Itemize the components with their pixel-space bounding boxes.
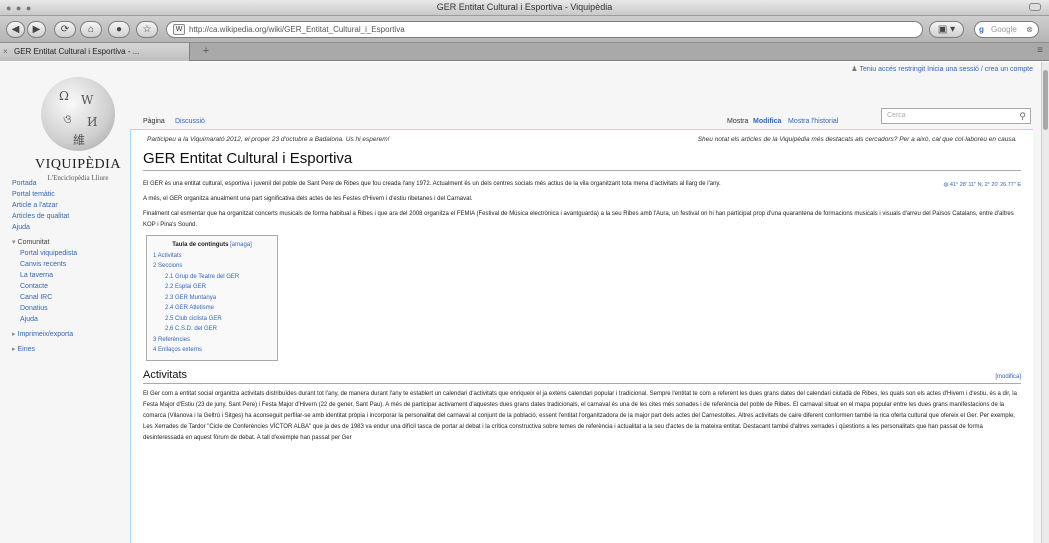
paragraph-intro: El GER és una entitat cultural, esportiv… xyxy=(143,181,721,187)
title-bar[interactable]: ● ● ● GER Entitat Cultural i Esportiva -… xyxy=(0,0,1049,16)
toc-item[interactable]: 2.1 Grup de Teatre del GER xyxy=(153,272,271,283)
reload-button[interactable]: ⟳ xyxy=(54,21,76,38)
bookmark-button[interactable]: ☆ xyxy=(136,21,158,38)
forward-icon: ▶ xyxy=(32,24,41,35)
page-title: GER Entitat Cultural i Esportiva xyxy=(143,148,1021,171)
toc-item[interactable]: 2 Seccions xyxy=(153,261,271,272)
sidebar-item-random-article[interactable]: Article a l'atzar xyxy=(12,200,127,211)
sidebar-item-contact[interactable]: Contacte xyxy=(12,281,127,292)
sidebar-section-tools[interactable]: ▸ Eines xyxy=(12,344,127,355)
wikipedia-logo[interactable]: Ω W ও И 維 VIQUIPÈDIA L'Enciclopèdia Lliu… xyxy=(18,77,138,182)
site-notice-right[interactable]: Sheu notat els articles de la Viquipèdia… xyxy=(698,136,1017,143)
reload-icon: ⟳ xyxy=(60,24,70,35)
expanded-arrow-icon: ▾ xyxy=(12,239,16,246)
tab-history[interactable]: Mostra l'historial xyxy=(783,118,843,129)
table-of-contents: Taula de continguts [amaga] 1 Activitats… xyxy=(146,235,278,361)
toc-item[interactable]: 4 Enllaços externs xyxy=(153,345,271,356)
paragraph-activitats: El Ger com a entitat social organitza ac… xyxy=(143,390,1017,441)
stop-button[interactable]: ● xyxy=(108,21,130,38)
address-url: http://ca.wikipedia.org/wiki/GER_Entitat… xyxy=(189,25,405,34)
bookmark-icon: ☆ xyxy=(142,24,152,35)
collapsed-arrow-icon: ▸ xyxy=(12,346,16,353)
home-icon: ⌂ xyxy=(87,24,95,35)
coordinates-link[interactable]: ◍ 41° 28' 11" N, 2° 20' 26.77" E xyxy=(944,182,1021,188)
wiki-search-input[interactable]: Cerca ⚲ xyxy=(881,108,1031,124)
scrollbar-thumb[interactable] xyxy=(1043,70,1048,130)
google-icon: g xyxy=(979,25,984,34)
section-heading-activitats: Activitats [modifica] xyxy=(143,369,1021,384)
toc-toggle[interactable]: [amaga] xyxy=(230,242,252,248)
browser-window: ● ● ● GER Entitat Cultural i Esportiva -… xyxy=(0,0,1049,543)
tab-discussion[interactable]: Discussió xyxy=(170,118,210,129)
section-edit-link[interactable]: [modifica] xyxy=(995,374,1021,380)
toc-item[interactable]: 2.3 GER Muntanya xyxy=(153,293,271,304)
sidebar-section-community[interactable]: ▾ Comunitat xyxy=(12,237,127,248)
home-button[interactable]: ⌂ xyxy=(80,21,102,38)
collapsed-arrow-icon: ▸ xyxy=(12,331,16,338)
personal-tools[interactable]: ♟ Teniu accés restringit Inicia una sessi… xyxy=(851,65,1033,73)
wiki-search-placeholder: Cerca xyxy=(887,112,906,119)
toc-item[interactable]: 2.4 GER Atletisme xyxy=(153,303,271,314)
sidebar-item-help[interactable]: Ajuda xyxy=(12,222,127,233)
browser-search-field[interactable]: g Google ⊗ xyxy=(974,21,1039,38)
user-icon: ♟ xyxy=(851,66,858,73)
stop-icon: ● xyxy=(115,24,123,35)
toolbar-toggle-button[interactable] xyxy=(1029,3,1041,11)
puzzle-globe-icon: Ω W ও И 維 xyxy=(41,77,115,151)
toc-item[interactable]: 3 Referències xyxy=(153,335,271,346)
sidebar-item-quality-articles[interactable]: Articles de qualitat xyxy=(12,211,127,222)
page-scrollbar[interactable] xyxy=(1041,62,1049,543)
page-tabs: Pàgina Discussió Mostra Modifica Mostra … xyxy=(130,107,1033,129)
toc-item[interactable]: 2.6 C.S.D. del GER xyxy=(153,324,271,335)
rss-icon: ▣ ▾ xyxy=(937,24,956,35)
sidebar-item-taverna[interactable]: La taverna xyxy=(12,270,127,281)
sidebar-item-donate[interactable]: Donatius xyxy=(12,303,127,314)
sidebar-item-portada[interactable]: Portada xyxy=(12,178,127,189)
sidebar: Portada Portal temàtic Article a l'atzar… xyxy=(12,178,127,355)
browser-search-placeholder: Google xyxy=(991,25,1017,34)
sidebar-item-help-2[interactable]: Ajuda xyxy=(12,314,127,325)
tab-edit[interactable]: Modifica xyxy=(748,118,786,129)
tab-title: GER Entitat Cultural i Esportiva - ... xyxy=(14,47,140,56)
back-button[interactable]: ◀ xyxy=(6,21,25,38)
logo-wordmark: VIQUIPÈDIA xyxy=(35,157,121,172)
wikipedia-favicon-icon: W xyxy=(173,24,185,35)
sidebar-section-print[interactable]: ▸ Imprimeix/exporta xyxy=(12,329,127,340)
rss-button[interactable]: ▣ ▾ xyxy=(929,21,964,38)
address-bar[interactable]: W http://ca.wikipedia.org/wiki/GER_Entit… xyxy=(166,21,923,38)
search-icon[interactable]: ⚲ xyxy=(1019,109,1026,123)
toc-item[interactable]: 2.2 Esplai GER xyxy=(153,282,271,293)
tab-overflow-icon[interactable]: ≡ xyxy=(1037,45,1043,56)
new-tab-button[interactable]: + xyxy=(199,45,213,58)
window-title: GER Entitat Cultural i Esportiva - Viqui… xyxy=(436,2,613,12)
plus-icon: + xyxy=(202,45,210,57)
site-notice: Participeu a la Viquimarató 2012, el pro… xyxy=(143,136,1021,148)
toc-title: Taula de continguts [amaga] xyxy=(172,242,252,248)
tab-close-icon[interactable]: × xyxy=(3,43,8,60)
tab-page[interactable]: Pàgina xyxy=(138,118,170,129)
toc-item[interactable]: 2.5 Club ciclista GER xyxy=(153,314,271,325)
browser-tab-active[interactable]: × GER Entitat Cultural i Esportiva - ... xyxy=(0,43,190,61)
site-notice-left[interactable]: Participeu a la Viquimarató 2012, el pro… xyxy=(147,136,390,143)
sidebar-item-portal-tematic[interactable]: Portal temàtic xyxy=(12,189,127,200)
paragraph-festes: A més, el GER organitza anualment una pa… xyxy=(143,196,473,202)
paragraph-concerts: Finalment cal esmentar que ha organitzat… xyxy=(143,211,1014,228)
forward-button[interactable]: ▶ xyxy=(27,21,46,38)
login-link[interactable]: Teniu accés restringit Inicia una sessió… xyxy=(859,66,1033,73)
article-content: Participeu a la Viquimarató 2012, el pro… xyxy=(130,129,1033,543)
back-icon: ◀ xyxy=(11,24,20,35)
search-clear-icon[interactable]: ⊗ xyxy=(1026,22,1033,37)
wikipedia-page: ♟ Teniu accés restringit Inicia una sessi… xyxy=(0,62,1041,543)
sidebar-item-irc[interactable]: Canal IRC xyxy=(12,292,127,303)
sidebar-item-recent-changes[interactable]: Canvis recents xyxy=(12,259,127,270)
tab-bar: × GER Entitat Cultural i Esportiva - ...… xyxy=(0,43,1049,61)
sidebar-item-portal-viquipedista[interactable]: Portal viquipedista xyxy=(12,248,127,259)
browser-toolbar: ◀ ▶ ⟳ ⌂ ● ☆ W http://ca.wikipedia.org/wi… xyxy=(0,16,1049,43)
toc-item[interactable]: 1 Activitats xyxy=(153,251,271,262)
